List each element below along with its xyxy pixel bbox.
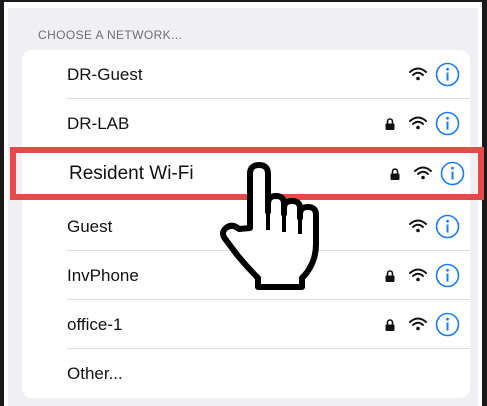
info-icon[interactable] <box>435 111 460 136</box>
lock-icon <box>385 118 395 130</box>
section-header: CHOOSE A NETWORK... <box>38 28 183 42</box>
other-label: Other... <box>67 364 123 383</box>
network-icons <box>360 50 470 99</box>
info-icon[interactable] <box>440 161 465 186</box>
network-name: DR-Guest <box>67 65 143 84</box>
network-name: Resident Wi-Fi <box>69 163 194 184</box>
network-icons <box>360 99 470 148</box>
network-icons <box>365 149 475 198</box>
network-row-other[interactable]: Other... <box>22 349 470 398</box>
network-row-office-1[interactable]: office-1 <box>22 300 470 349</box>
network-name: office-1 <box>67 315 123 334</box>
network-name: Guest <box>67 217 113 236</box>
network-icons <box>360 251 470 300</box>
lock-icon <box>385 270 395 282</box>
wifi-icon <box>409 67 427 81</box>
info-icon[interactable] <box>435 263 460 288</box>
wifi-icon <box>409 116 427 130</box>
network-row-dr-guest[interactable]: DR-Guest <box>22 50 470 99</box>
network-icons <box>360 300 470 349</box>
lock-icon <box>385 319 395 331</box>
wifi-icon <box>414 166 432 180</box>
wifi-icon <box>409 268 427 282</box>
hand-pointer-icon <box>220 162 319 290</box>
info-icon[interactable] <box>435 62 460 87</box>
network-name: DR-LAB <box>67 114 130 133</box>
wifi-icon <box>409 317 427 331</box>
info-icon[interactable] <box>435 214 460 239</box>
lock-icon <box>390 168 400 180</box>
network-icons <box>360 202 470 251</box>
info-icon[interactable] <box>435 312 460 337</box>
wifi-icon <box>409 219 427 233</box>
network-row-dr-lab[interactable]: DR-LAB <box>22 99 470 148</box>
network-name: InvPhone <box>67 266 139 285</box>
